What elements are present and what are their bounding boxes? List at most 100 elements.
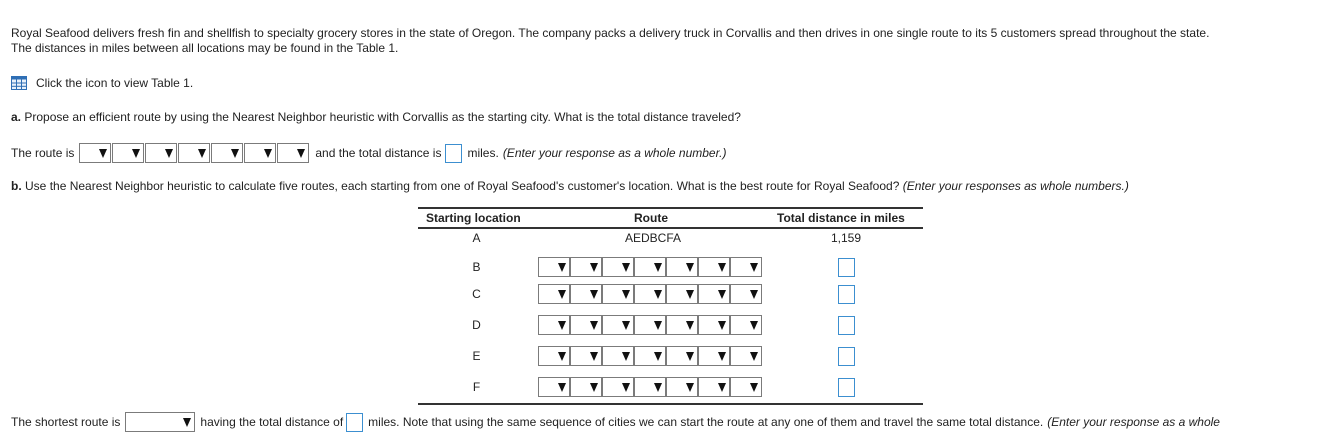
problem-intro: Royal Seafood delivers fresh fin and she… xyxy=(11,26,1321,56)
chevron-down-icon xyxy=(622,321,630,330)
route-dropdown[interactable] xyxy=(570,284,602,304)
route-dropdown[interactable] xyxy=(570,346,602,366)
total-distance-input[interactable] xyxy=(838,316,855,335)
chevron-down-icon xyxy=(686,383,694,392)
chevron-down-icon xyxy=(231,149,240,158)
chevron-down-icon xyxy=(590,321,598,330)
route-dropdown[interactable] xyxy=(666,315,698,335)
chevron-down-icon xyxy=(750,352,758,361)
shortest-route-dropdown[interactable] xyxy=(125,412,196,432)
route-dropdown[interactable] xyxy=(570,377,602,397)
route-dropdown[interactable] xyxy=(538,315,570,335)
chevron-down-icon xyxy=(132,149,141,158)
chevron-down-icon xyxy=(622,263,630,272)
route-dropdown[interactable] xyxy=(538,377,570,397)
chevron-down-icon xyxy=(718,383,726,392)
route-dropdown[interactable] xyxy=(730,346,762,366)
table-row: F xyxy=(418,371,923,405)
table-row: A AEDBCFA 1,159 xyxy=(418,229,923,247)
route-dropdown-group xyxy=(538,346,762,366)
route-dropdown[interactable] xyxy=(602,346,634,366)
route-dropdown[interactable] xyxy=(666,377,698,397)
route-cell: AEDBCFA xyxy=(624,231,681,245)
starting-location-cell: D xyxy=(472,318,481,332)
route-dropdown[interactable] xyxy=(634,315,666,335)
route-dropdown[interactable] xyxy=(211,143,244,163)
chevron-down-icon xyxy=(718,352,726,361)
route-dropdown[interactable] xyxy=(570,257,602,277)
total-distance-input[interactable] xyxy=(838,378,855,397)
chevron-down-icon xyxy=(750,321,758,330)
total-distance-input[interactable] xyxy=(838,285,855,304)
table-row: D xyxy=(418,309,923,340)
route-dropdown[interactable] xyxy=(602,257,634,277)
starting-location-cell: F xyxy=(472,380,481,394)
route-dropdown[interactable] xyxy=(698,315,730,335)
shortest-distance-input[interactable] xyxy=(346,412,364,432)
route-dropdown[interactable] xyxy=(634,377,666,397)
part-a-answer-line: The route is and the total distance is m… xyxy=(11,143,726,163)
route-dropdown[interactable] xyxy=(538,284,570,304)
header-starting-location: Starting location xyxy=(426,211,521,225)
chevron-down-icon xyxy=(750,383,758,392)
distance-prefix: and the total distance is xyxy=(315,146,442,160)
route-dropdown[interactable] xyxy=(538,257,570,277)
chevron-down-icon xyxy=(654,263,662,272)
route-dropdown[interactable] xyxy=(112,143,145,163)
chevron-down-icon xyxy=(718,321,726,330)
route-dropdown[interactable] xyxy=(698,346,730,366)
chevron-down-icon xyxy=(558,321,566,330)
chevron-down-icon xyxy=(590,383,598,392)
route-dropdown[interactable] xyxy=(666,257,698,277)
route-dropdown[interactable] xyxy=(79,143,112,163)
chevron-down-icon xyxy=(654,383,662,392)
header-route: Route xyxy=(634,211,668,225)
route-dropdown[interactable] xyxy=(145,143,178,163)
route-dropdown[interactable] xyxy=(178,143,211,163)
route-dropdown[interactable] xyxy=(698,284,730,304)
chevron-down-icon xyxy=(590,263,598,272)
route-dropdown-group xyxy=(538,377,762,397)
route-dropdown[interactable] xyxy=(602,377,634,397)
total-distance-input[interactable] xyxy=(445,143,463,163)
route-dropdown[interactable] xyxy=(634,257,666,277)
chevron-down-icon xyxy=(264,149,273,158)
route-dropdown[interactable] xyxy=(666,284,698,304)
route-dropdown[interactable] xyxy=(730,377,762,397)
route-dropdown[interactable] xyxy=(634,346,666,366)
chevron-down-icon xyxy=(686,321,694,330)
table-link-row[interactable]: Click the icon to view Table 1. xyxy=(11,75,193,91)
route-dropdown[interactable] xyxy=(570,315,602,335)
table-icon[interactable] xyxy=(11,76,27,90)
part-b-question: b. Use the Nearest Neighbor heuristic to… xyxy=(11,179,1129,193)
total-distance-input[interactable] xyxy=(838,258,855,277)
chevron-down-icon xyxy=(654,352,662,361)
route-dropdown[interactable] xyxy=(730,257,762,277)
chevron-down-icon xyxy=(686,290,694,299)
route-dropdown[interactable] xyxy=(698,257,730,277)
route-dropdown[interactable] xyxy=(698,377,730,397)
table-row: E xyxy=(418,340,923,371)
route-dropdown[interactable] xyxy=(602,315,634,335)
route-dropdown[interactable] xyxy=(730,284,762,304)
route-dropdown[interactable] xyxy=(277,143,310,163)
chevron-down-icon xyxy=(558,383,566,392)
miles-text: miles. xyxy=(467,146,499,160)
part-a-question: a. Propose an efficient route by using t… xyxy=(11,110,741,124)
part-b-text: Use the Nearest Neighbor heuristic to ca… xyxy=(25,179,900,193)
route-dropdown[interactable] xyxy=(244,143,277,163)
chevron-down-icon xyxy=(750,290,758,299)
table-row: B xyxy=(418,247,923,278)
shortest-route-instruction: (Enter your response as a whole xyxy=(1047,415,1220,429)
route-dropdown[interactable] xyxy=(666,346,698,366)
chevron-down-icon xyxy=(590,352,598,361)
route-dropdown[interactable] xyxy=(602,284,634,304)
chevron-down-icon xyxy=(654,290,662,299)
total-distance-input[interactable] xyxy=(838,347,855,366)
chevron-down-icon xyxy=(686,352,694,361)
route-dropdown[interactable] xyxy=(634,284,666,304)
table-link-text[interactable]: Click the icon to view Table 1. xyxy=(36,76,193,90)
route-dropdown[interactable] xyxy=(538,346,570,366)
shortest-route-suffix: miles. Note that using the same sequence… xyxy=(368,415,1044,429)
route-dropdown[interactable] xyxy=(730,315,762,335)
